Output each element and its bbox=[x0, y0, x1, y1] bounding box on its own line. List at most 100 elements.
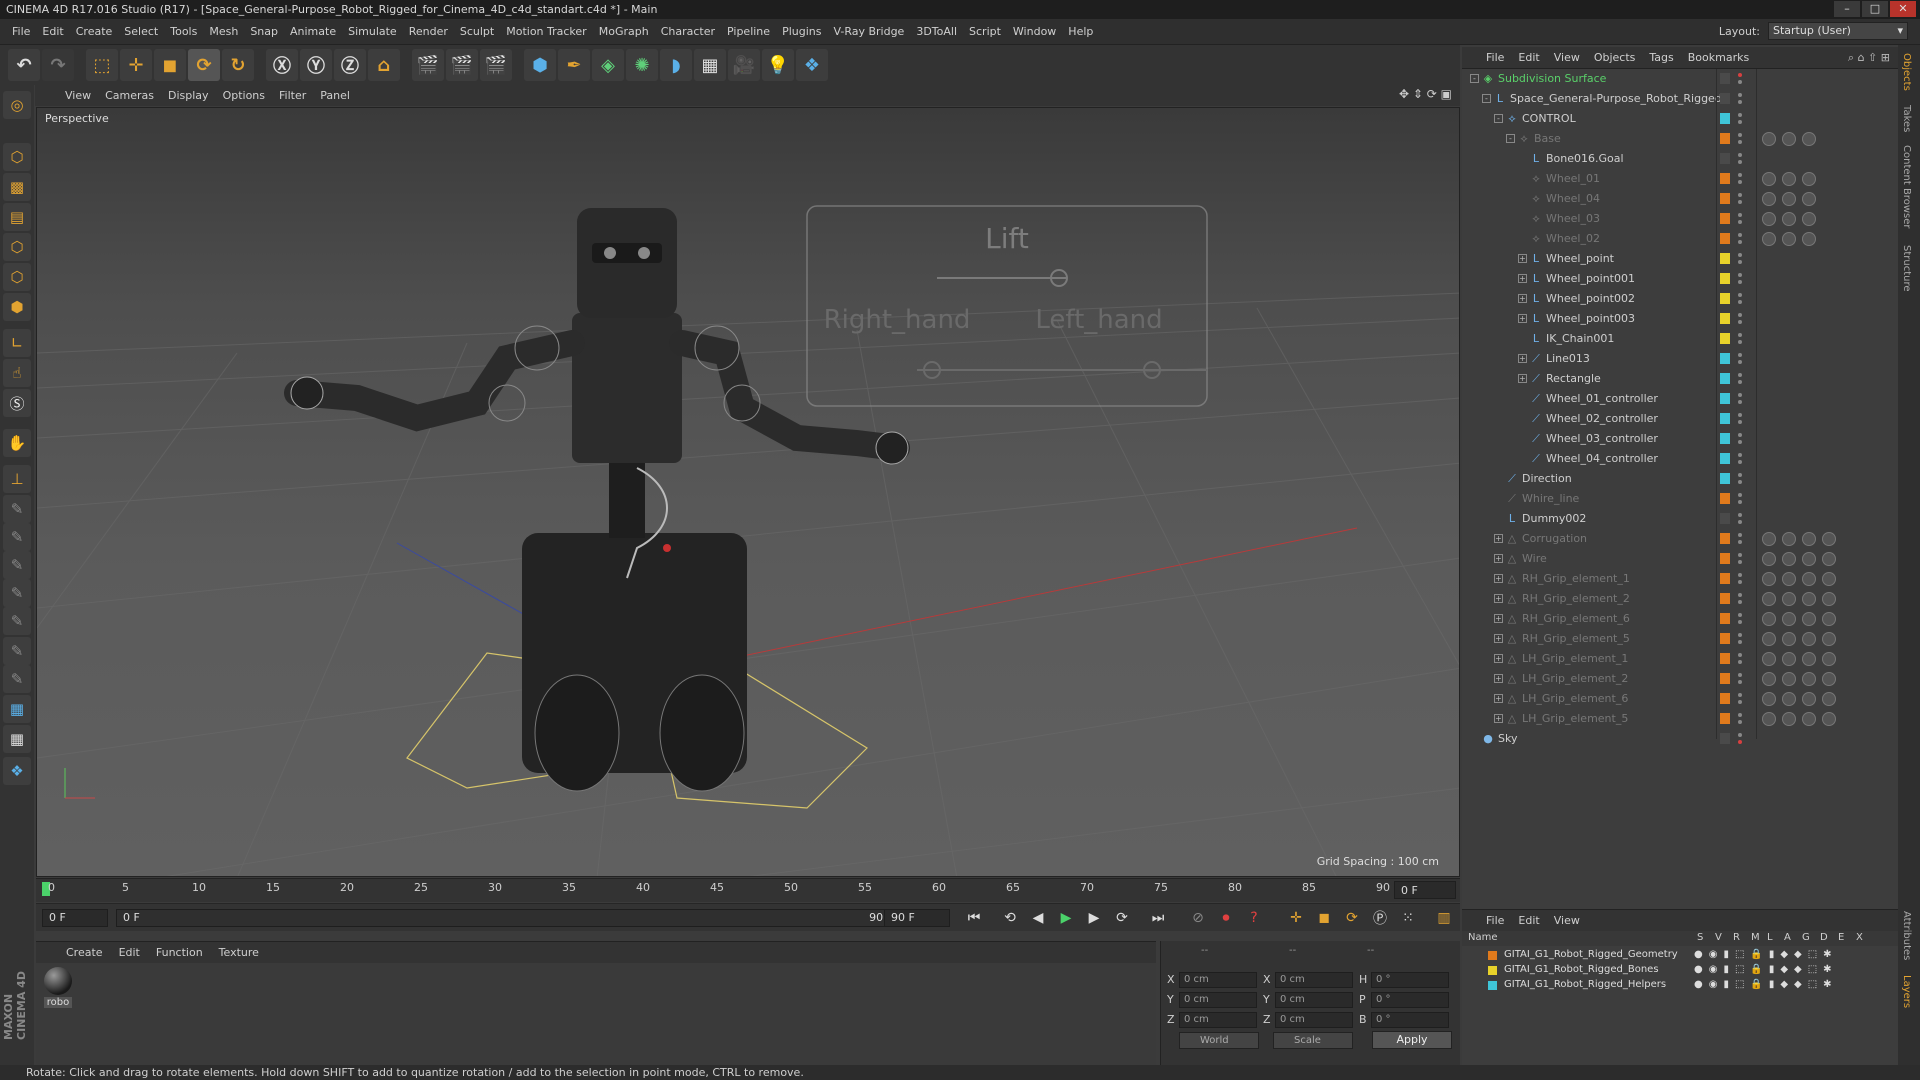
viewport-menu-panel[interactable]: Panel bbox=[320, 89, 360, 102]
menu-mesh[interactable]: Mesh bbox=[203, 25, 244, 38]
pen-spline-button[interactable]: ✒ bbox=[558, 49, 590, 81]
viewport-nav-icons[interactable]: ✥ ⇕ ⟳ ▣ bbox=[1399, 87, 1452, 101]
object-tag-icon[interactable] bbox=[1762, 672, 1776, 686]
object-name[interactable]: Line013 bbox=[1546, 352, 1590, 365]
menu-plugins[interactable]: Plugins bbox=[776, 25, 827, 38]
editor-visibility-dot[interactable] bbox=[1738, 693, 1742, 697]
layer-color-swatch[interactable] bbox=[1720, 573, 1730, 584]
object-menu-view[interactable]: View bbox=[1554, 51, 1580, 64]
render-visibility-dot[interactable] bbox=[1738, 720, 1742, 724]
editor-visibility-dot[interactable] bbox=[1738, 233, 1742, 237]
object-tag-icon[interactable] bbox=[1782, 532, 1796, 546]
render-visibility-dot[interactable] bbox=[1738, 120, 1742, 124]
object-tag-icon[interactable] bbox=[1822, 552, 1836, 566]
collapse-icon[interactable]: - bbox=[1506, 134, 1515, 143]
object-tag-icon[interactable] bbox=[1822, 692, 1836, 706]
sculpt-tool-2-button[interactable]: ✎ bbox=[3, 523, 31, 551]
layer-color-swatch[interactable] bbox=[1488, 981, 1497, 990]
editor-visibility-dot[interactable] bbox=[1738, 153, 1742, 157]
viewport-menu-display[interactable]: Display bbox=[168, 89, 219, 102]
expand-icon[interactable]: + bbox=[1494, 674, 1503, 683]
editor-visibility-dot[interactable] bbox=[1738, 473, 1742, 477]
render-visibility-dot[interactable] bbox=[1738, 700, 1742, 704]
object-tag-icon[interactable] bbox=[1802, 172, 1816, 186]
render-visibility-dot[interactable] bbox=[1738, 200, 1742, 204]
editor-visibility-dot[interactable] bbox=[1738, 333, 1742, 337]
layer-color-swatch[interactable] bbox=[1720, 133, 1730, 144]
go-to-end-button[interactable]: ⏭ bbox=[1146, 907, 1170, 929]
editor-visibility-dot[interactable] bbox=[1738, 393, 1742, 397]
layer-toggle-icons[interactable]: ●◉▮⬚🔒▮◆◆⬚✱ bbox=[1694, 949, 1838, 960]
object-tag-icon[interactable] bbox=[1782, 672, 1796, 686]
object-row[interactable]: + L Wheel_point001 bbox=[1462, 269, 1898, 289]
object-name[interactable]: LH_Grip_element_1 bbox=[1522, 652, 1628, 665]
render-visibility-dot[interactable] bbox=[1738, 340, 1742, 344]
menu-file[interactable]: File bbox=[6, 25, 36, 38]
object-row[interactable]: ⟡ Wheel_01 bbox=[1462, 169, 1898, 189]
object-tag-icon[interactable] bbox=[1802, 212, 1816, 226]
layer-color-swatch[interactable] bbox=[1720, 93, 1730, 104]
axis-mode-button[interactable]: ∟ bbox=[3, 329, 31, 357]
object-tag-icon[interactable] bbox=[1822, 672, 1836, 686]
editor-visibility-dot[interactable] bbox=[1738, 453, 1742, 457]
expand-icon[interactable]: + bbox=[1518, 294, 1527, 303]
object-tag-icon[interactable] bbox=[1782, 172, 1796, 186]
object-row[interactable]: + ⟋ Line013 bbox=[1462, 349, 1898, 369]
object-row[interactable]: ⟋ Wheel_04_controller bbox=[1462, 449, 1898, 469]
key-parameter-button[interactable]: Ⓟ bbox=[1368, 907, 1392, 929]
object-row[interactable]: + △ LH_Grip_element_1 bbox=[1462, 649, 1898, 669]
tab-structure[interactable]: Structure bbox=[1901, 245, 1912, 292]
object-tag-icon[interactable] bbox=[1802, 232, 1816, 246]
object-tag-icon[interactable] bbox=[1802, 572, 1816, 586]
layout-dropdown[interactable]: Startup (User) ▾ bbox=[1768, 22, 1908, 40]
collapse-icon[interactable]: - bbox=[1482, 94, 1491, 103]
material-swatch[interactable] bbox=[44, 967, 72, 995]
layer-color-swatch[interactable] bbox=[1720, 413, 1730, 424]
layer-color-swatch[interactable] bbox=[1720, 393, 1730, 404]
object-name[interactable]: Rectangle bbox=[1546, 372, 1601, 385]
editor-visibility-dot[interactable] bbox=[1738, 593, 1742, 597]
object-name[interactable]: Space_General-Purpose_Robot_Rigged bbox=[1510, 92, 1722, 105]
subdivision-button[interactable]: ◈ bbox=[592, 49, 624, 81]
menu-vray-bridge[interactable]: V-Ray Bridge bbox=[827, 25, 910, 38]
editor-visibility-dot[interactable] bbox=[1738, 733, 1742, 737]
render-visibility-dot[interactable] bbox=[1738, 140, 1742, 144]
object-name[interactable]: Wire bbox=[1522, 552, 1547, 565]
render-visibility-dot[interactable] bbox=[1738, 620, 1742, 624]
object-tag-icon[interactable] bbox=[1762, 592, 1776, 606]
render-visibility-dot[interactable] bbox=[1738, 440, 1742, 444]
object-tag-icon[interactable] bbox=[1822, 592, 1836, 606]
size-y-field[interactable]: 0 cm bbox=[1275, 992, 1353, 1008]
expand-icon[interactable]: + bbox=[1494, 654, 1503, 663]
object-name[interactable]: Wheel_01_controller bbox=[1546, 392, 1658, 405]
render-visibility-dot[interactable] bbox=[1738, 480, 1742, 484]
object-row[interactable]: + △ RH_Grip_element_1 bbox=[1462, 569, 1898, 589]
layer-color-swatch[interactable] bbox=[1720, 253, 1730, 264]
layer-color-swatch[interactable] bbox=[1720, 693, 1730, 704]
menu-render[interactable]: Render bbox=[403, 25, 454, 38]
tab-objects[interactable]: Objects bbox=[1901, 53, 1912, 91]
object-name[interactable]: RH_Grip_element_5 bbox=[1522, 632, 1630, 645]
layer-name[interactable]: GITAI_G1_Robot_Rigged_Helpers bbox=[1504, 979, 1666, 990]
object-name[interactable]: Wheel_04_controller bbox=[1546, 452, 1658, 465]
previous-key-button[interactable]: ⟲ bbox=[998, 907, 1022, 929]
floor-button[interactable]: ▦ bbox=[694, 49, 726, 81]
editor-visibility-dot[interactable] bbox=[1738, 133, 1742, 137]
size-x-field[interactable]: 0 cm bbox=[1275, 972, 1353, 988]
rotation-b-field[interactable]: 0 ° bbox=[1371, 1012, 1449, 1028]
object-tag-icon[interactable] bbox=[1802, 592, 1816, 606]
viewport-menu-view[interactable]: View bbox=[65, 89, 101, 102]
scale-tool-button[interactable]: ◼ bbox=[154, 49, 186, 81]
snap-button[interactable]: Ⓢ bbox=[3, 389, 31, 417]
object-tag-icon[interactable] bbox=[1762, 552, 1776, 566]
coordinate-system-button[interactable]: ⌂ bbox=[368, 49, 400, 81]
render-visibility-dot[interactable] bbox=[1738, 600, 1742, 604]
material-name[interactable]: robo bbox=[44, 997, 72, 1008]
start-frame-field[interactable]: 0 F bbox=[42, 909, 108, 927]
object-tag-icon[interactable] bbox=[1762, 712, 1776, 726]
object-tag-icon[interactable] bbox=[1822, 712, 1836, 726]
python-button[interactable]: ❖ bbox=[796, 49, 828, 81]
next-key-button[interactable]: ⟳ bbox=[1110, 907, 1134, 929]
object-row[interactable]: ⟋ Wheel_01_controller bbox=[1462, 389, 1898, 409]
layer-color-swatch[interactable] bbox=[1720, 293, 1730, 304]
